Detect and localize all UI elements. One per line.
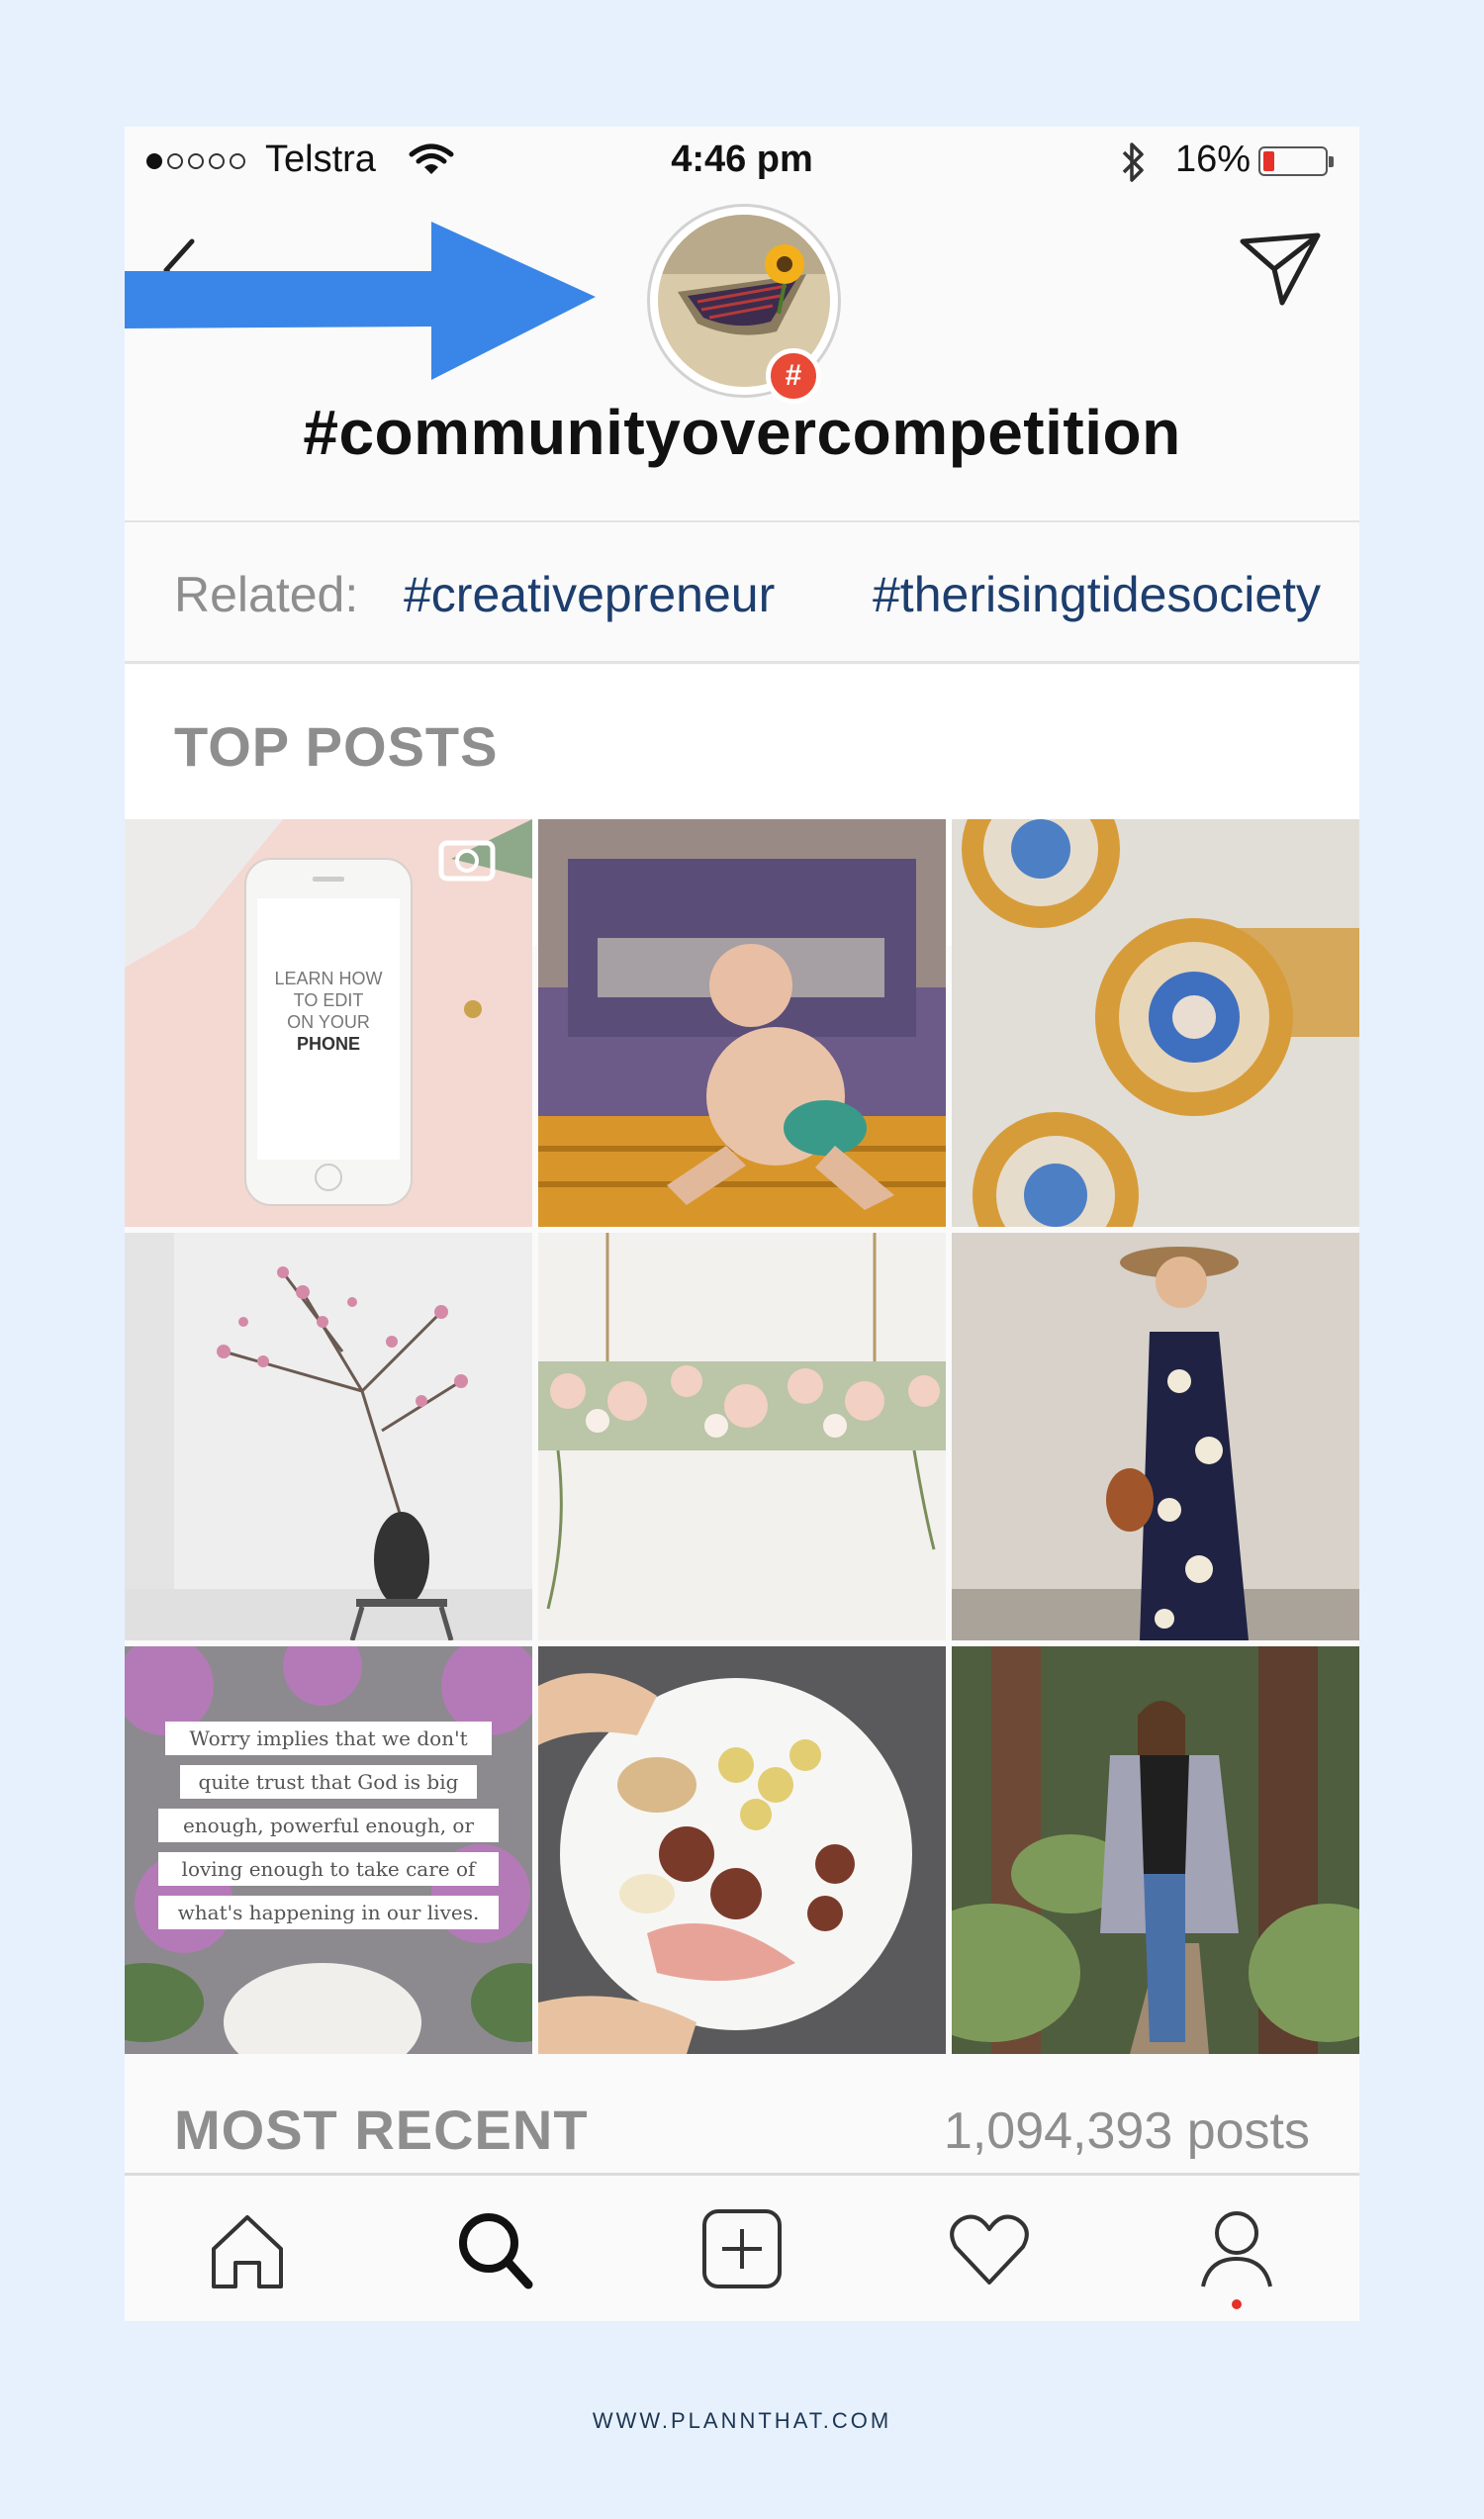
home-icon[interactable] (200, 2205, 295, 2294)
status-bar: Telstra 4:46 pm 16% (125, 127, 1359, 196)
related-tags-bar: Related: #creativepreneur #therisingtide… (125, 522, 1359, 661)
top-posts-grid: LEARN HOW TO EDIT ON YOUR PHONE Worry im… (125, 819, 1359, 2054)
battery-percent: 16% (1175, 139, 1252, 180)
footer-url: WWW.PLANNTHAT.COM (592, 2408, 892, 2433)
blue-arrow-annotation (125, 222, 596, 380)
post-count: 1,094,393 posts (943, 2102, 1310, 2160)
add-post-icon[interactable] (695, 2205, 789, 2294)
profile-icon[interactable] (1189, 2205, 1284, 2294)
related-label: Related: (174, 567, 359, 622)
post-thumbnail[interactable] (952, 1233, 1359, 1640)
heart-icon[interactable] (942, 2205, 1037, 2294)
phone-screen-text: LEARN HOW TO EDIT ON YOUR PHONE (274, 969, 383, 1054)
top-posts-title: TOP POSTS (174, 715, 499, 778)
clock: 4:46 pm (671, 139, 813, 180)
related-tag-link[interactable]: #creativepreneur (404, 566, 775, 623)
bluetooth-icon (1122, 142, 1144, 182)
hashtag-title: #communityovercompetition (303, 397, 1181, 468)
paper-plane-icon[interactable] (1237, 226, 1324, 309)
post-thumbnail[interactable] (538, 819, 946, 1227)
post-thumbnail[interactable] (952, 819, 1359, 1227)
post-thumbnail[interactable]: Worry implies that we don't quite trust … (125, 1646, 532, 2054)
post-thumbnail[interactable] (538, 1233, 946, 1640)
post-thumbnail[interactable] (125, 1233, 532, 1640)
related-tag-link[interactable]: #therisingtidesociety (873, 566, 1321, 623)
notification-dot (1232, 2299, 1242, 2309)
post-thumbnail[interactable]: LEARN HOW TO EDIT ON YOUR PHONE (125, 819, 532, 1227)
post-thumbnail[interactable] (538, 1646, 946, 2054)
related-divider (125, 661, 1359, 664)
search-icon[interactable] (447, 2205, 542, 2294)
phone-screen: Telstra 4:46 pm 16% # #communityovercomp… (125, 127, 1359, 2321)
quote-text: Worry implies that we don't quite trust … (125, 1722, 532, 1939)
most-recent-title: MOST RECENT (174, 2099, 589, 2161)
bottom-tab-bar (125, 2173, 1359, 2321)
post-thumbnail[interactable] (952, 1646, 1359, 2054)
battery-icon (1258, 146, 1334, 176)
